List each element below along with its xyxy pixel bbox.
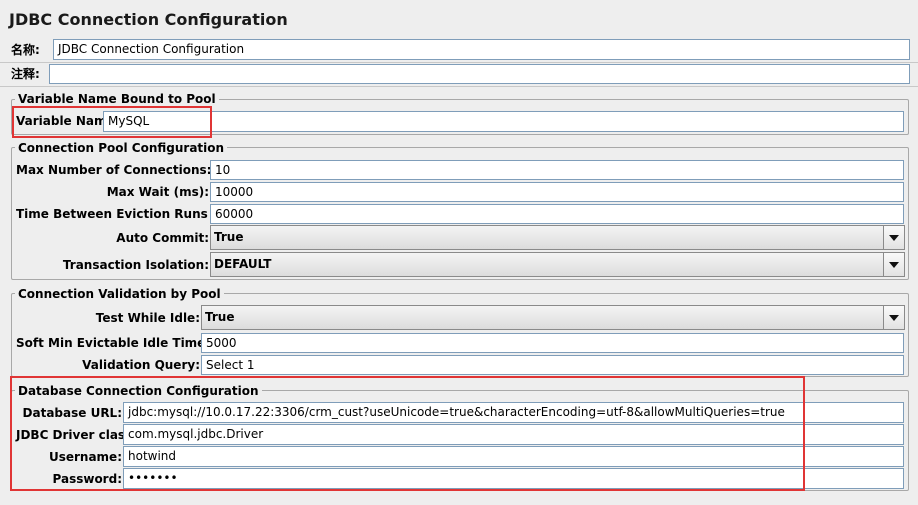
comment-label: 注释: bbox=[11, 67, 40, 81]
soft-min-idle-label: Soft Min Evictable Idle Time(ms): bbox=[16, 336, 241, 350]
transaction-isolation-select[interactable]: DEFAULT bbox=[210, 252, 905, 277]
soft-min-idle-input[interactable]: 5000 bbox=[201, 333, 904, 353]
validation-query-input[interactable]: Select 1 bbox=[201, 355, 904, 375]
chevron-down-icon[interactable] bbox=[883, 306, 904, 329]
pool-group-legend: Connection Pool Configuration bbox=[15, 141, 228, 155]
auto-commit-label: Auto Commit: bbox=[116, 231, 209, 245]
username-label: Username: bbox=[48, 450, 122, 464]
name-input[interactable]: JDBC Connection Configuration bbox=[53, 39, 910, 60]
transaction-isolation-label: Transaction Isolation: bbox=[62, 258, 209, 272]
eviction-runs-input[interactable]: 60000 bbox=[210, 204, 904, 224]
validation-group-legend: Connection Validation by Pool bbox=[15, 287, 224, 301]
driver-class-input[interactable]: com.mysql.jdbc.Driver bbox=[123, 424, 904, 445]
max-wait-input[interactable]: 10000 bbox=[210, 182, 904, 202]
password-label: Password: bbox=[52, 472, 123, 486]
transaction-isolation-value: DEFAULT bbox=[214, 257, 272, 271]
username-input[interactable]: hotwind bbox=[123, 446, 904, 467]
divider bbox=[0, 86, 918, 87]
database-url-label: Database URL: bbox=[22, 406, 122, 420]
validation-query-label: Validation Query: bbox=[82, 358, 200, 372]
max-connections-input[interactable]: 10 bbox=[210, 160, 904, 180]
variable-group-legend: Variable Name Bound to Pool bbox=[15, 92, 219, 106]
test-while-idle-value: True bbox=[205, 310, 235, 324]
auto-commit-select[interactable]: True bbox=[210, 225, 905, 250]
test-while-idle-label: Test While Idle: bbox=[95, 311, 200, 325]
test-while-idle-select[interactable]: True bbox=[201, 305, 905, 330]
comment-input[interactable] bbox=[49, 64, 910, 84]
database-group-legend: Database Connection Configuration bbox=[15, 384, 262, 398]
chevron-down-icon[interactable] bbox=[883, 253, 904, 276]
database-url-input[interactable]: jdbc:mysql://10.0.17.22:3306/crm_cust?us… bbox=[123, 402, 904, 423]
name-label: 名称: bbox=[11, 43, 40, 57]
page-title: JDBC Connection Configuration bbox=[9, 10, 288, 29]
auto-commit-value: True bbox=[214, 230, 244, 244]
max-connections-label: Max Number of Connections: bbox=[16, 163, 212, 177]
variable-name-input[interactable]: MySQL bbox=[103, 111, 904, 132]
eviction-runs-label: Time Between Eviction Runs (ms): bbox=[16, 207, 248, 221]
max-wait-label: Max Wait (ms): bbox=[106, 185, 209, 199]
driver-class-label: JDBC Driver class: bbox=[16, 428, 138, 442]
password-input[interactable]: ••••••• bbox=[123, 468, 904, 489]
divider bbox=[0, 62, 918, 63]
chevron-down-icon[interactable] bbox=[883, 226, 904, 249]
